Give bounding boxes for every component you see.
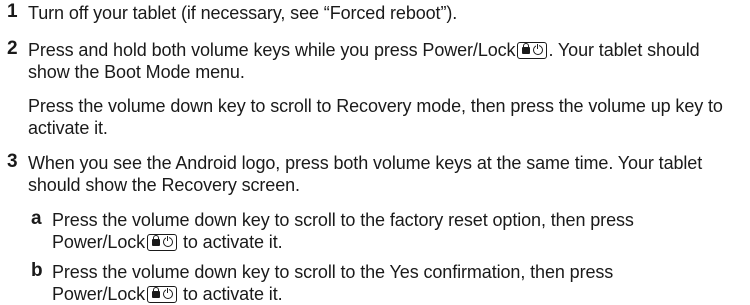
step-text: . Your tablet should [548, 40, 700, 60]
substep-text: Power/Lock [52, 284, 146, 304]
substep-text-line: Power/Lock to activate it. [52, 231, 283, 253]
substep-text-line: Press the volume down key to scroll to t… [52, 210, 634, 230]
step-text-line: show the Boot Mode menu. [28, 62, 245, 82]
step-number: 3 [7, 151, 18, 172]
substep-text: Power/Lock [52, 232, 146, 252]
substep-text-line: Press the volume down key to scroll to t… [52, 262, 614, 282]
step-number: 2 [7, 38, 18, 59]
step-paragraph-line: activate it. [28, 118, 108, 138]
step-text-line: Press and hold both volume keys while yo… [28, 39, 700, 61]
power-lock-key-icon [147, 286, 178, 303]
substep-text-line: Power/Lock to activate it. [52, 283, 283, 305]
step-text-line: should show the Recovery screen. [28, 175, 300, 195]
step-paragraph-line: Press the volume down key to scroll to R… [28, 96, 723, 116]
power-lock-key-icon [517, 42, 548, 59]
step-text-line: When you see the Android logo, press bot… [28, 153, 703, 173]
power-lock-key-icon [147, 234, 178, 251]
substep-text: to activate it. [178, 232, 283, 252]
step-number: 1 [7, 1, 18, 22]
step-text: Press and hold both volume keys while yo… [28, 40, 516, 60]
substep-text: to activate it. [178, 284, 283, 304]
step-text: Turn off your tablet (if necessary, see … [28, 3, 458, 23]
substep-letter: a [31, 208, 42, 229]
substep-letter: b [31, 260, 43, 281]
instruction-document: 1 Turn off your tablet (if necessary, se… [0, 0, 750, 305]
